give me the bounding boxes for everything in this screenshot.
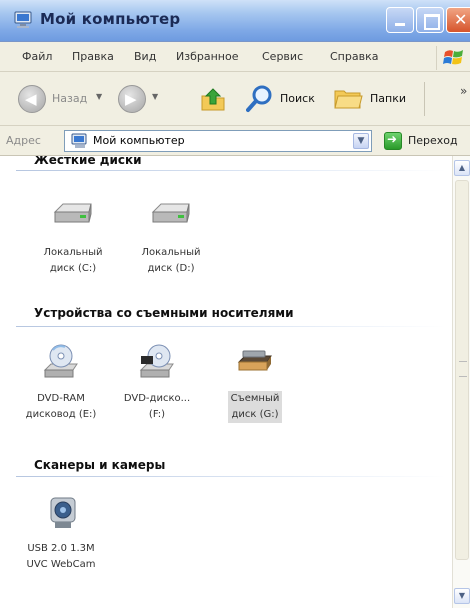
- group-title-hard-disks: Жесткие диски: [34, 156, 142, 167]
- back-arrow-icon: ◀: [25, 90, 37, 108]
- window-title: Мой компьютер: [40, 10, 181, 28]
- removable-disk-icon: [237, 350, 272, 371]
- dvd-drive-icon: [139, 344, 174, 378]
- my-computer-icon: [71, 133, 87, 148]
- menu-edit[interactable]: Правка: [72, 50, 114, 63]
- minimize-button[interactable]: [386, 7, 414, 33]
- webcam-label: USB 2.0 1.3M UVC WebCam: [26, 543, 96, 570]
- windows-logo-icon: [436, 46, 470, 70]
- address-label: Адрес: [6, 134, 41, 147]
- vertical-scrollbar[interactable]: ▲ ▼: [452, 156, 470, 608]
- scroll-down-icon[interactable]: ▼: [454, 588, 470, 604]
- group-divider: [16, 326, 446, 327]
- dvd-drive-icon: [43, 344, 78, 378]
- drive-c-label: Локальный диск (C:): [43, 247, 103, 274]
- toolbar: ◀ Назад ▼ ▶ ▼ Поиск Папки »: [0, 72, 470, 126]
- drive-d[interactable]: Локальный диск (D:): [126, 196, 216, 277]
- drive-e-label: DVD-RAM дисковод (E:): [25, 393, 97, 420]
- close-button[interactable]: ✕: [446, 7, 470, 33]
- drive-d-label: Локальный диск (D:): [141, 247, 201, 274]
- folders-button-label[interactable]: Папки: [370, 92, 406, 105]
- address-dropdown-icon[interactable]: ▼: [353, 133, 369, 149]
- menu-tools[interactable]: Сервис: [262, 50, 303, 63]
- folders-icon[interactable]: [334, 86, 364, 110]
- menu-favorites[interactable]: Избранное: [176, 50, 238, 63]
- drive-f-label: DVD-диско... (F:): [123, 393, 191, 420]
- group-title-removable: Устройства со съемными носителями: [34, 306, 294, 320]
- hard-disk-icon: [151, 203, 190, 223]
- back-label: Назад: [52, 92, 88, 105]
- go-label[interactable]: Переход: [408, 134, 458, 147]
- forward-arrow-icon: ▶: [125, 90, 137, 108]
- group-title-scanners: Сканеры и камеры: [34, 458, 166, 472]
- scroll-up-icon[interactable]: ▲: [454, 160, 470, 176]
- drive-e[interactable]: DVD-RAM дисковод (E:): [16, 342, 106, 423]
- search-icon[interactable]: [246, 84, 274, 114]
- drive-f[interactable]: DVD-диско... (F:): [112, 342, 202, 423]
- group-divider: [16, 476, 446, 477]
- explorer-window: Мой компьютер ✕ Файл Правка Вид Избранно…: [0, 0, 470, 608]
- drive-c[interactable]: Локальный диск (C:): [28, 196, 118, 277]
- folder-up-button[interactable]: [200, 86, 226, 112]
- scroll-grip: [459, 361, 467, 377]
- drive-g-label: Съемный диск (G:): [210, 391, 300, 423]
- menu-view[interactable]: Вид: [134, 50, 156, 63]
- scroll-thumb[interactable]: [455, 180, 469, 560]
- forward-button[interactable]: ▶: [118, 85, 146, 113]
- toolbar-overflow-icon[interactable]: »: [460, 84, 467, 98]
- drive-g-label-selection: Съемный диск (G:): [227, 391, 283, 423]
- my-computer-icon: [14, 11, 32, 28]
- address-value: Мой компьютер: [93, 134, 185, 147]
- title-bar[interactable]: Мой компьютер ✕: [0, 0, 470, 42]
- address-bar: Адрес Мой компьютер ▼ Переход: [0, 126, 470, 156]
- close-icon: ✕: [454, 10, 468, 29]
- menu-file[interactable]: Файл: [22, 50, 52, 63]
- forward-dropdown-icon[interactable]: ▼: [152, 92, 158, 101]
- webcam-device[interactable]: USB 2.0 1.3M UVC WebCam: [16, 492, 106, 573]
- content-pane: Жесткие диски Локальный диск (C:) Локальн…: [0, 156, 452, 608]
- maximize-button[interactable]: [416, 7, 444, 33]
- search-button-label[interactable]: Поиск: [280, 92, 315, 105]
- drive-g[interactable]: Съемный диск (G:): [210, 342, 300, 423]
- group-divider: [16, 170, 446, 171]
- menu-bar: Файл Правка Вид Избранное Сервис Справка: [0, 42, 470, 72]
- back-button[interactable]: ◀: [18, 85, 46, 113]
- go-button[interactable]: [384, 132, 402, 150]
- webcam-icon: [50, 497, 76, 528]
- menu-help[interactable]: Справка: [330, 50, 378, 63]
- address-input[interactable]: Мой компьютер ▼: [64, 130, 372, 152]
- toolbar-separator: [424, 82, 425, 116]
- back-dropdown-icon[interactable]: ▼: [96, 92, 102, 101]
- hard-disk-icon: [53, 203, 92, 223]
